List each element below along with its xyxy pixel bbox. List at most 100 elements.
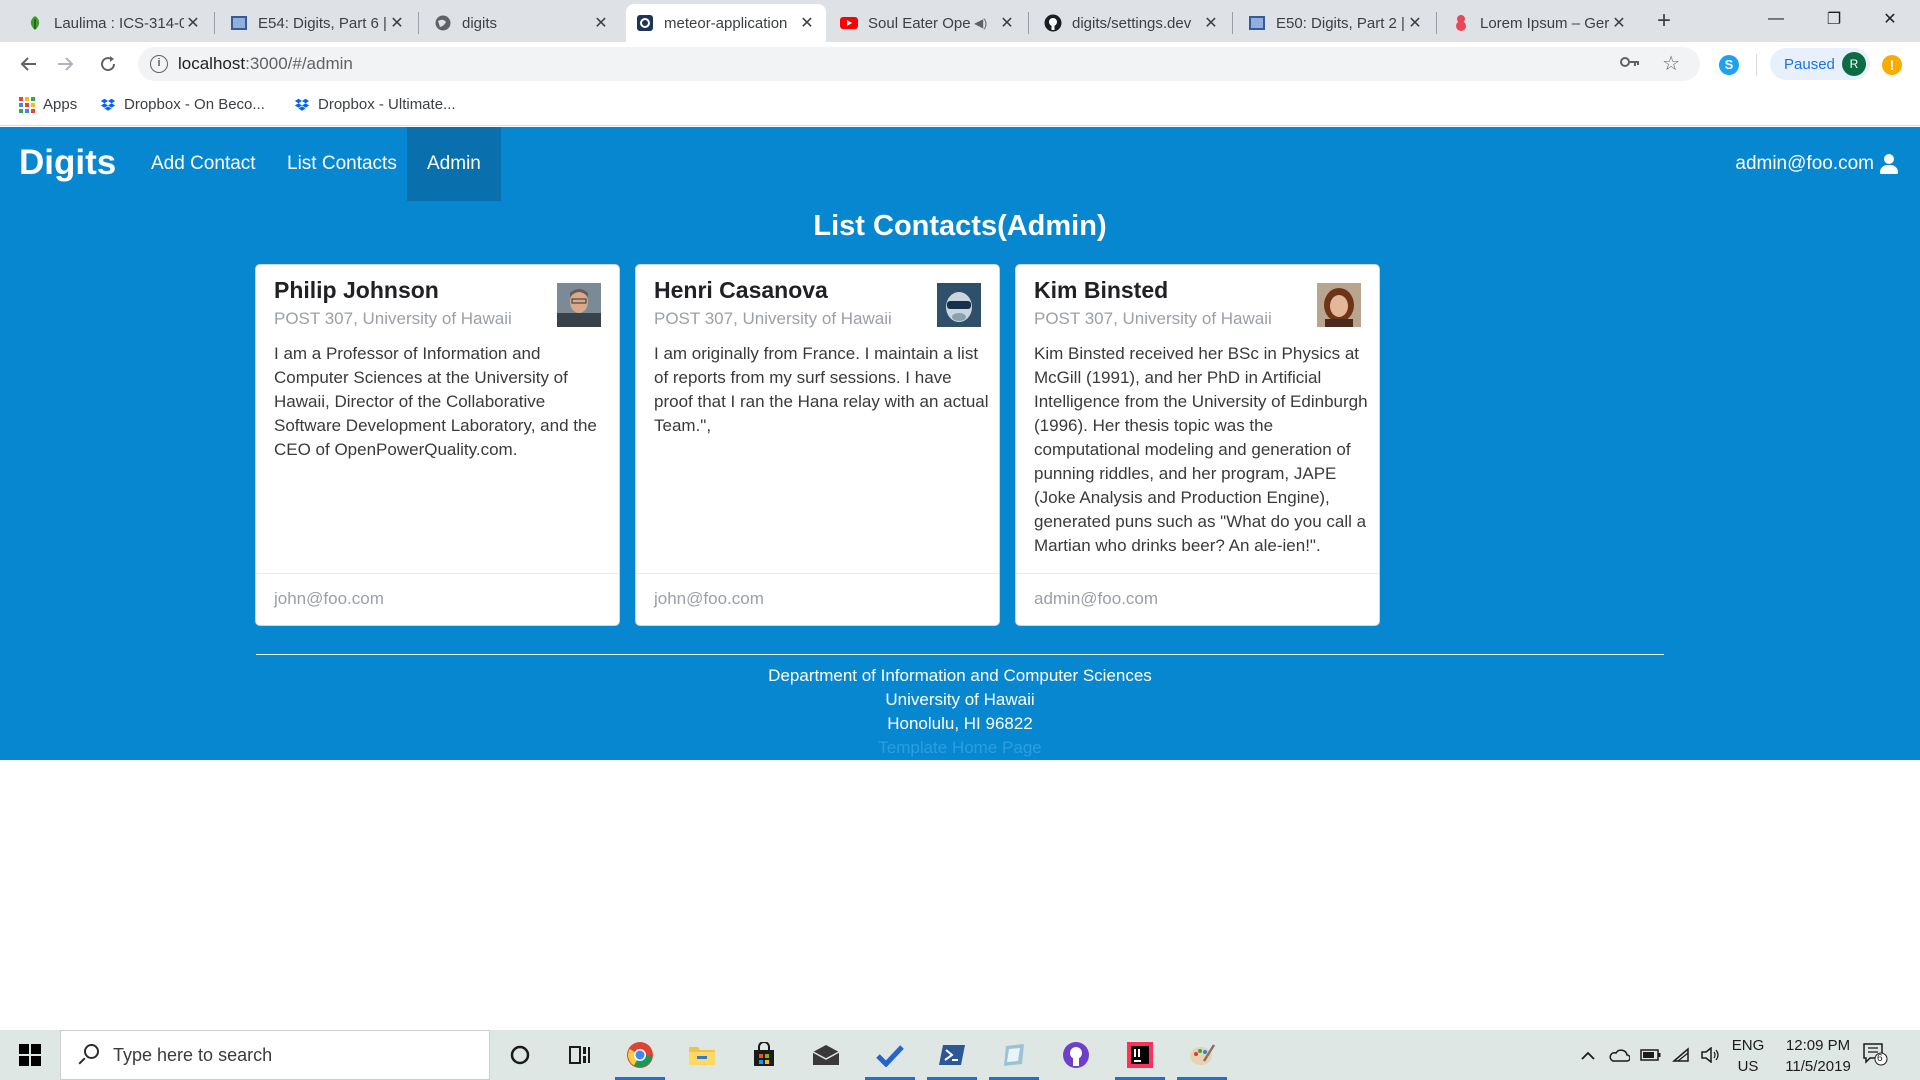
clock-time: 12:09 PM xyxy=(1785,1037,1851,1054)
paint-icon[interactable] xyxy=(1174,1030,1230,1080)
notification-center-icon[interactable]: 6 xyxy=(1862,1042,1888,1066)
github-desktop-icon[interactable] xyxy=(1048,1030,1104,1080)
cortana-icon[interactable] xyxy=(492,1030,548,1080)
file-explorer-icon[interactable] xyxy=(674,1030,730,1080)
search-placeholder: Type here to search xyxy=(113,1044,273,1065)
user-icon xyxy=(1878,154,1900,174)
brand-logo[interactable]: Digits xyxy=(19,143,116,183)
bookmarks-bar: Apps Dropbox - On Beco... Dropbox - Ulti… xyxy=(0,86,1920,126)
tab-title: E54: Digits, Part 6 | xyxy=(258,14,387,32)
new-tab-button[interactable]: + xyxy=(1650,8,1678,36)
browser-tab-active[interactable]: meteor-application ✕ xyxy=(626,4,826,42)
contact-name: Philip Johnson xyxy=(274,277,439,303)
contact-owner: admin@foo.com xyxy=(1016,573,1379,625)
course-page-icon xyxy=(230,14,248,32)
nav-admin[interactable]: Admin xyxy=(407,127,501,201)
password-key-icon[interactable] xyxy=(1620,53,1640,73)
intellij-icon[interactable] xyxy=(1112,1030,1168,1080)
footer-divider xyxy=(256,654,1664,655)
tab-title: E50: Digits, Part 2 | xyxy=(1276,14,1405,32)
page-content: Digits Add Contact List Contacts Admin a… xyxy=(0,127,1920,760)
nav-add-contact[interactable]: Add Contact xyxy=(131,127,276,201)
close-tab-icon[interactable]: ✕ xyxy=(998,13,1016,33)
footer-department: Department of Information and Computer S… xyxy=(768,666,1152,685)
footer-university: University of Hawaii xyxy=(885,690,1035,709)
bookmark-star-icon[interactable]: ☆ xyxy=(1662,51,1680,76)
close-tab-icon[interactable]: ✕ xyxy=(184,13,202,33)
contact-description: I am a Professor of Information and Comp… xyxy=(274,344,597,459)
contact-address: POST 307, University of Hawaii xyxy=(274,309,512,328)
close-window-button[interactable]: ✕ xyxy=(1862,0,1918,38)
tab-title: digits/settings.dev xyxy=(1072,14,1192,32)
browser-tab[interactable]: E50: Digits, Part 2 | ✕ xyxy=(1238,4,1434,42)
todo-icon[interactable] xyxy=(862,1030,918,1080)
template-home-link[interactable]: Template Home Page xyxy=(0,736,1920,760)
contact-card: Kim Binsted POST 307, University of Hawa… xyxy=(1015,264,1380,626)
contact-name: Henri Casanova xyxy=(654,277,828,303)
contact-address: POST 307, University of Hawaii xyxy=(1034,309,1272,328)
tab-divider xyxy=(214,12,215,34)
notification-count: 6 xyxy=(1877,1053,1883,1064)
contact-owner: john@foo.com xyxy=(256,573,619,625)
browser-tab[interactable]: E54: Digits, Part 6 | ✕ xyxy=(220,4,416,42)
volume-icon[interactable] xyxy=(1700,1030,1720,1080)
tab-title: digits xyxy=(462,14,498,32)
browser-tab[interactable]: digits ✕ xyxy=(424,4,620,42)
close-tab-icon[interactable]: ✕ xyxy=(1202,13,1220,33)
app-icon[interactable] xyxy=(986,1030,1042,1080)
address-bar[interactable]: i localhost:3000/#/admin ☆ xyxy=(138,47,1700,81)
store-icon[interactable] xyxy=(736,1030,792,1080)
reload-icon xyxy=(101,56,116,72)
skype-extension-icon[interactable]: S xyxy=(1719,55,1739,75)
tab-strip: Laulima : ICS-314-0 ✕ E54: Digits, Part … xyxy=(0,0,1920,42)
start-button[interactable] xyxy=(0,1030,60,1080)
chrome-icon[interactable] xyxy=(612,1030,668,1080)
contact-card: Henri Casanova POST 307, University of H… xyxy=(635,264,1000,626)
powershell-icon[interactable] xyxy=(924,1030,980,1080)
user-menu[interactable]: admin@foo.com xyxy=(1735,153,1900,175)
nav-list-contacts[interactable]: List Contacts xyxy=(267,127,417,201)
contact-owner: john@foo.com xyxy=(636,573,999,625)
tab-title: Laulima : ICS-314-0 xyxy=(54,14,184,32)
contact-address: POST 307, University of Hawaii xyxy=(654,309,892,328)
close-tab-icon[interactable]: ✕ xyxy=(388,13,406,33)
bookmark-dropbox-1[interactable]: Dropbox - On Beco... xyxy=(100,96,265,113)
speaker-icon[interactable]: ◀) xyxy=(974,16,990,30)
bookmark-label: Dropbox - Ultimate... xyxy=(318,96,456,113)
show-hidden-icons[interactable] xyxy=(1580,1030,1596,1080)
globe-icon xyxy=(434,14,452,32)
task-view-icon[interactable] xyxy=(552,1030,608,1080)
url-text[interactable]: localhost:3000/#/admin xyxy=(178,54,353,74)
page-title: List Contacts(Admin) xyxy=(813,210,1107,242)
browser-tab[interactable]: digits/settings.dev ✕ xyxy=(1034,4,1230,42)
reload-button[interactable] xyxy=(94,50,122,78)
taskbar-search[interactable]: Type here to search xyxy=(60,1030,490,1080)
battery-icon[interactable] xyxy=(1640,1030,1662,1080)
profile-button[interactable]: Paused R xyxy=(1770,48,1870,80)
back-button[interactable] xyxy=(14,50,42,78)
minimize-button[interactable]: — xyxy=(1748,0,1804,38)
close-tab-icon[interactable]: ✕ xyxy=(798,13,816,33)
mail-icon[interactable] xyxy=(798,1030,854,1080)
arrow-left-icon xyxy=(20,57,36,71)
close-tab-icon[interactable]: ✕ xyxy=(1406,13,1424,33)
close-tab-icon[interactable]: ✕ xyxy=(1610,13,1628,33)
close-tab-icon[interactable]: ✕ xyxy=(592,13,610,33)
browser-tab[interactable]: Lorem Ipsum – Ger ✕ xyxy=(1442,4,1638,42)
update-alert-icon[interactable]: ! xyxy=(1882,55,1902,75)
wifi-icon[interactable] xyxy=(1672,1030,1692,1080)
maximize-button[interactable]: ❐ xyxy=(1806,0,1862,38)
site-info-icon[interactable]: i xyxy=(150,55,168,73)
bookmark-apps[interactable]: Apps xyxy=(19,96,77,113)
browser-tab[interactable]: Laulima : ICS-314-0 ✕ xyxy=(16,4,212,42)
forward-button[interactable] xyxy=(52,50,80,78)
clock[interactable]: 12:09 PM 11/5/2019 xyxy=(1768,1035,1868,1077)
contact-photo xyxy=(937,283,981,327)
bookmark-dropbox-2[interactable]: Dropbox - Ultimate... xyxy=(294,96,456,113)
avatar: R xyxy=(1842,52,1866,76)
toolbar-divider xyxy=(1756,54,1757,76)
onedrive-icon[interactable] xyxy=(1608,1030,1630,1080)
language-indicator[interactable]: ENG US xyxy=(1728,1035,1768,1077)
browser-tab[interactable]: Soul Eater Ope ◀) ✕ xyxy=(830,4,1026,42)
contact-description: Kim Binsted received her BSc in Physics … xyxy=(1034,344,1368,555)
